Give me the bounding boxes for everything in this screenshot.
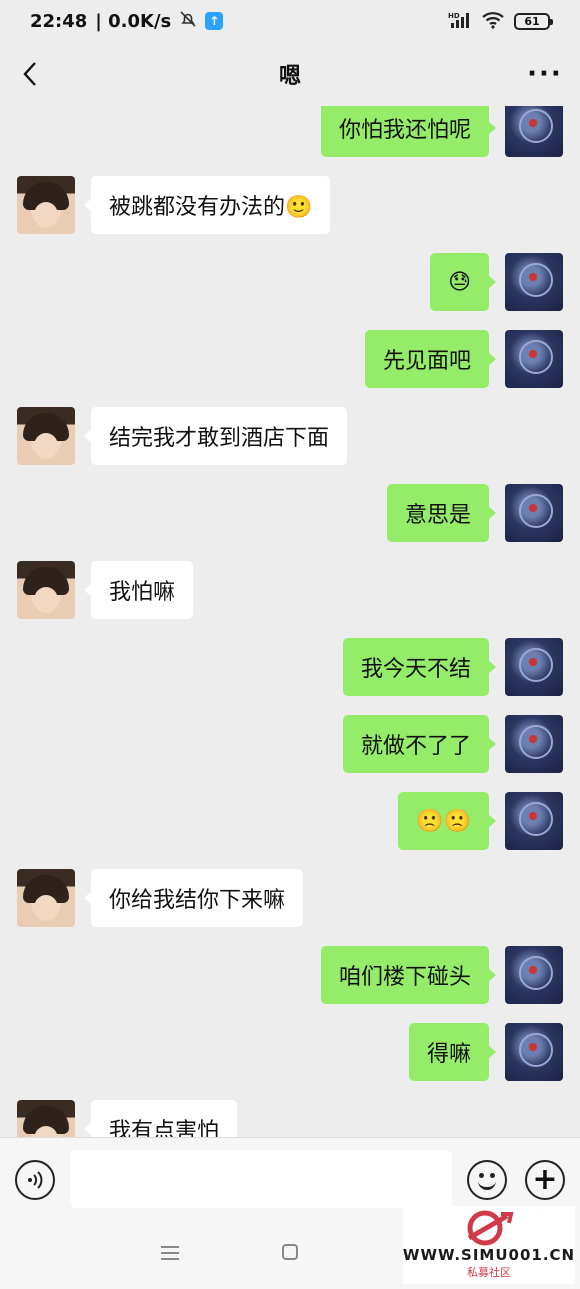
my-avatar[interactable] [505,484,563,542]
status-bar: 22:48 | 0.0K/s ↑ HD 61 [0,0,580,42]
message-row: 得嘛 [0,1023,580,1100]
battery-icon: 61 [514,12,553,30]
mute-bell-icon [179,10,197,33]
plus-icon: + [532,1162,558,1197]
outgoing-message-bubble[interactable]: 😓 [430,253,496,311]
chat-message-list[interactable]: 你怕我还怕呢被跳都没有办法的🙂 😓 先见面吧 结完我才敢到酒店下面 意思是我怕嘛我今天不… [0,106,580,1137]
outgoing-message-bubble[interactable]: 你怕我还怕呢 [320,106,497,157]
watermark-url: WWW.SIMU001.CN [402,1246,576,1264]
wifi-icon [482,11,504,32]
my-avatar[interactable] [505,715,563,773]
my-avatar[interactable] [505,792,563,850]
outgoing-message-bubble[interactable]: 咱们楼下碰头 [320,946,497,1004]
my-avatar[interactable] [505,1023,563,1081]
voice-button[interactable] [15,1160,55,1200]
message-row: 你给我结你下来嘛 [0,869,580,946]
message-row: 你怕我还怕呢 [0,106,580,176]
outgoing-message-bubble[interactable]: 🙁🙁 [398,792,496,850]
emoji-button[interactable] [467,1160,507,1200]
watermark-subtitle: 私募社区 [467,1266,511,1279]
my-avatar[interactable] [505,253,563,311]
message-row: 被跳都没有办法的🙂 [0,176,580,253]
message-row: 我今天不结 [0,638,580,715]
site-watermark: WWW.SIMU001.CN 私募社区 [403,1206,575,1284]
chat-header: 嗯 ··· [0,42,580,106]
status-time: 22:48 [30,10,88,32]
signal-icon: HD [448,11,472,32]
battery-level: 61 [524,14,540,28]
outgoing-message-bubble[interactable]: 得嘛 [408,1023,497,1081]
message-row: 先见面吧 [0,330,580,407]
message-row: 就做不了了 [0,715,580,792]
my-avatar[interactable] [505,946,563,1004]
more-options-button[interactable]: ··· [510,42,580,106]
contact-avatar[interactable] [17,1100,75,1137]
more-icon: ··· [527,59,563,89]
incoming-message-bubble[interactable]: 你给我结你下来嘛 [83,869,304,927]
outgoing-message-bubble[interactable]: 意思是 [386,484,497,542]
voice-icon [28,1171,43,1189]
incoming-message-bubble[interactable]: 我有点害怕 [83,1100,238,1137]
upload-notification-icon: ↑ [205,12,224,30]
outgoing-message-bubble[interactable]: 我今天不结 [342,638,497,696]
my-avatar[interactable] [505,106,563,157]
contact-avatar[interactable] [17,869,75,927]
message-row: 咱们楼下碰头 [0,946,580,1023]
message-row: 结完我才敢到酒店下面 [0,407,580,484]
my-avatar[interactable] [505,638,563,696]
signal-hd-label: HD [448,12,460,20]
message-row: 我怕嘛 [0,561,580,638]
home-button[interactable] [282,1244,298,1260]
message-row: 🙁🙁 [0,792,580,869]
message-row: 我有点害怕 [0,1100,580,1137]
message-row: 😓 [0,253,580,330]
message-input[interactable] [70,1150,452,1208]
status-network-speed: | 0.0K/s [95,10,172,32]
chat-title: 嗯 [278,64,301,89]
chevron-left-icon [23,62,36,86]
incoming-message-bubble[interactable]: 被跳都没有办法的🙂 [83,176,331,234]
message-row: 意思是 [0,484,580,561]
contact-avatar[interactable] [17,407,75,465]
incoming-message-bubble[interactable]: 结完我才敢到酒店下面 [83,407,348,465]
contact-avatar[interactable] [17,561,75,619]
recent-apps-button[interactable] [161,1246,179,1264]
outgoing-message-bubble[interactable]: 先见面吧 [364,330,497,388]
back-button[interactable] [0,42,60,106]
more-functions-button[interactable]: + [525,1160,565,1200]
outgoing-message-bubble[interactable]: 就做不了了 [342,715,497,773]
watermark-logo-icon [467,1210,514,1246]
contact-avatar[interactable] [17,176,75,234]
incoming-message-bubble[interactable]: 我怕嘛 [83,561,194,619]
my-avatar[interactable] [505,330,563,388]
chat-messages: 你怕我还怕呢被跳都没有办法的🙂 😓 先见面吧 结完我才敢到酒店下面 意思是我怕嘛我今天不… [0,106,580,1137]
